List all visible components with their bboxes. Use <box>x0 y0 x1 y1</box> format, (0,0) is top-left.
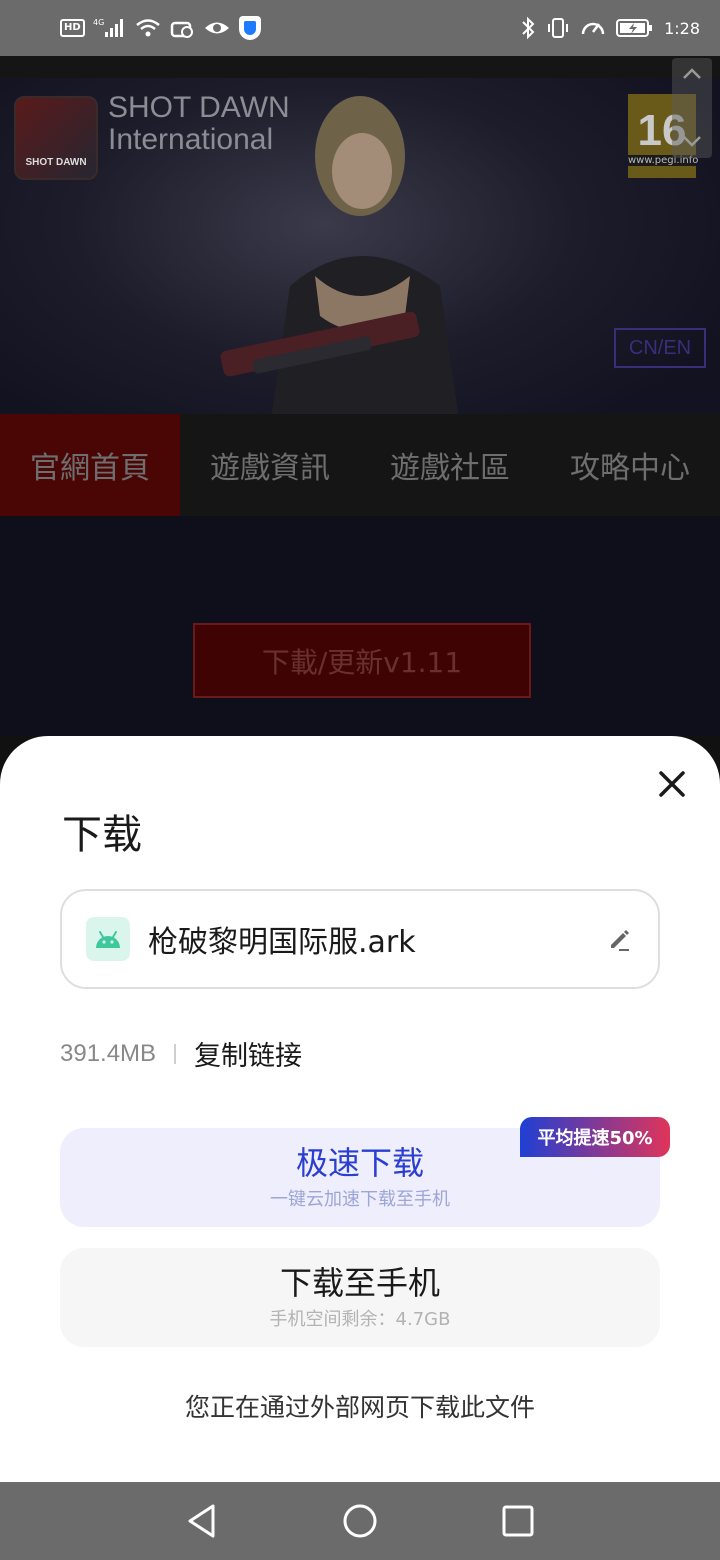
game-logo: SHOT DAWN <box>14 96 98 180</box>
nav-item-game-info[interactable]: 遊戲資訊 <box>180 414 360 516</box>
battery-icon <box>616 17 654 39</box>
vibrate-icon <box>546 16 570 40</box>
phone-storage-remaining: 手机空间剩余：4.7GB <box>269 1308 451 1330</box>
chevron-down-icon <box>682 131 702 152</box>
download-to-phone-button[interactable]: 下载至手机 手机空间剩余：4.7GB <box>60 1248 660 1347</box>
bluetooth-icon <box>520 16 536 40</box>
recents-square-icon <box>502 1505 534 1537</box>
status-bar: HD 4G 1:28 <box>0 0 720 56</box>
webpage-background: SHOT DAWN SHOT DAWN International 16 www… <box>0 56 720 736</box>
chevron-up-icon <box>682 64 702 85</box>
speed-boost-badge: 平均提速50% <box>520 1117 670 1157</box>
copy-link-button[interactable]: 复制链接 <box>194 1034 302 1073</box>
edit-icon[interactable] <box>604 924 634 954</box>
cloud-icon <box>169 17 195 39</box>
eye-icon <box>203 17 231 39</box>
file-size: 391.4MB <box>60 1039 157 1067</box>
fast-download-subtitle: 一键云加速下载至手机 <box>270 1188 450 1210</box>
hero-top-band <box>0 56 720 78</box>
file-name-text: 枪破黎明国际服.ark <box>148 925 416 960</box>
wifi-icon <box>135 17 161 39</box>
hero-character-image <box>220 96 460 426</box>
home-button[interactable] <box>340 1501 380 1541</box>
site-nav-bar: 官網首頁 遊戲資訊 遊戲社區 攻略中心 <box>0 414 720 516</box>
nav-item-guides[interactable]: 攻略中心 <box>540 414 720 516</box>
recents-button[interactable] <box>498 1501 538 1541</box>
download-to-phone-label: 下载至手机 <box>279 1263 440 1302</box>
file-name-field[interactable]: 枪破黎明国际服.ark <box>60 889 660 989</box>
system-nav-bar <box>0 1482 720 1560</box>
home-circle-icon <box>343 1504 377 1538</box>
fast-download-label: 极速下载 <box>295 1143 424 1182</box>
android-apk-icon <box>86 917 130 961</box>
clock-time: 1:28 <box>664 18 700 38</box>
shield-icon <box>238 16 261 40</box>
game-logo-text: SHOT DAWN <box>25 157 87 168</box>
hd-icon: HD <box>60 19 85 37</box>
status-right: 1:28 <box>520 16 700 40</box>
language-toggle-button[interactable]: CN/EN <box>614 328 706 368</box>
meta-divider <box>174 1043 177 1064</box>
web-download-button[interactable]: 下載/更新v1.11 <box>193 623 531 698</box>
close-button[interactable] <box>652 764 692 804</box>
scroll-top-widget[interactable] <box>672 58 712 158</box>
speed-icon <box>580 16 606 40</box>
download-bottom-sheet: 下载 枪破黎明国际服.ark 391.4MB 复制链接 极速下载 一键云加速下载… <box>0 736 720 1482</box>
file-meta-row: 391.4MB 复制链接 <box>60 1034 302 1073</box>
status-left: HD 4G <box>60 16 261 40</box>
external-download-notice: 您正在通过外部网页下载此文件 <box>184 1393 535 1422</box>
back-button[interactable] <box>182 1501 222 1541</box>
nav-item-community[interactable]: 遊戲社區 <box>360 414 540 516</box>
back-triangle-icon <box>188 1504 215 1538</box>
close-icon <box>659 771 685 797</box>
nav-item-home[interactable]: 官網首頁 <box>0 414 180 516</box>
network-type-text: 4G <box>93 18 104 27</box>
signal-icon: 4G <box>93 17 127 39</box>
sheet-title: 下载 <box>62 812 142 858</box>
